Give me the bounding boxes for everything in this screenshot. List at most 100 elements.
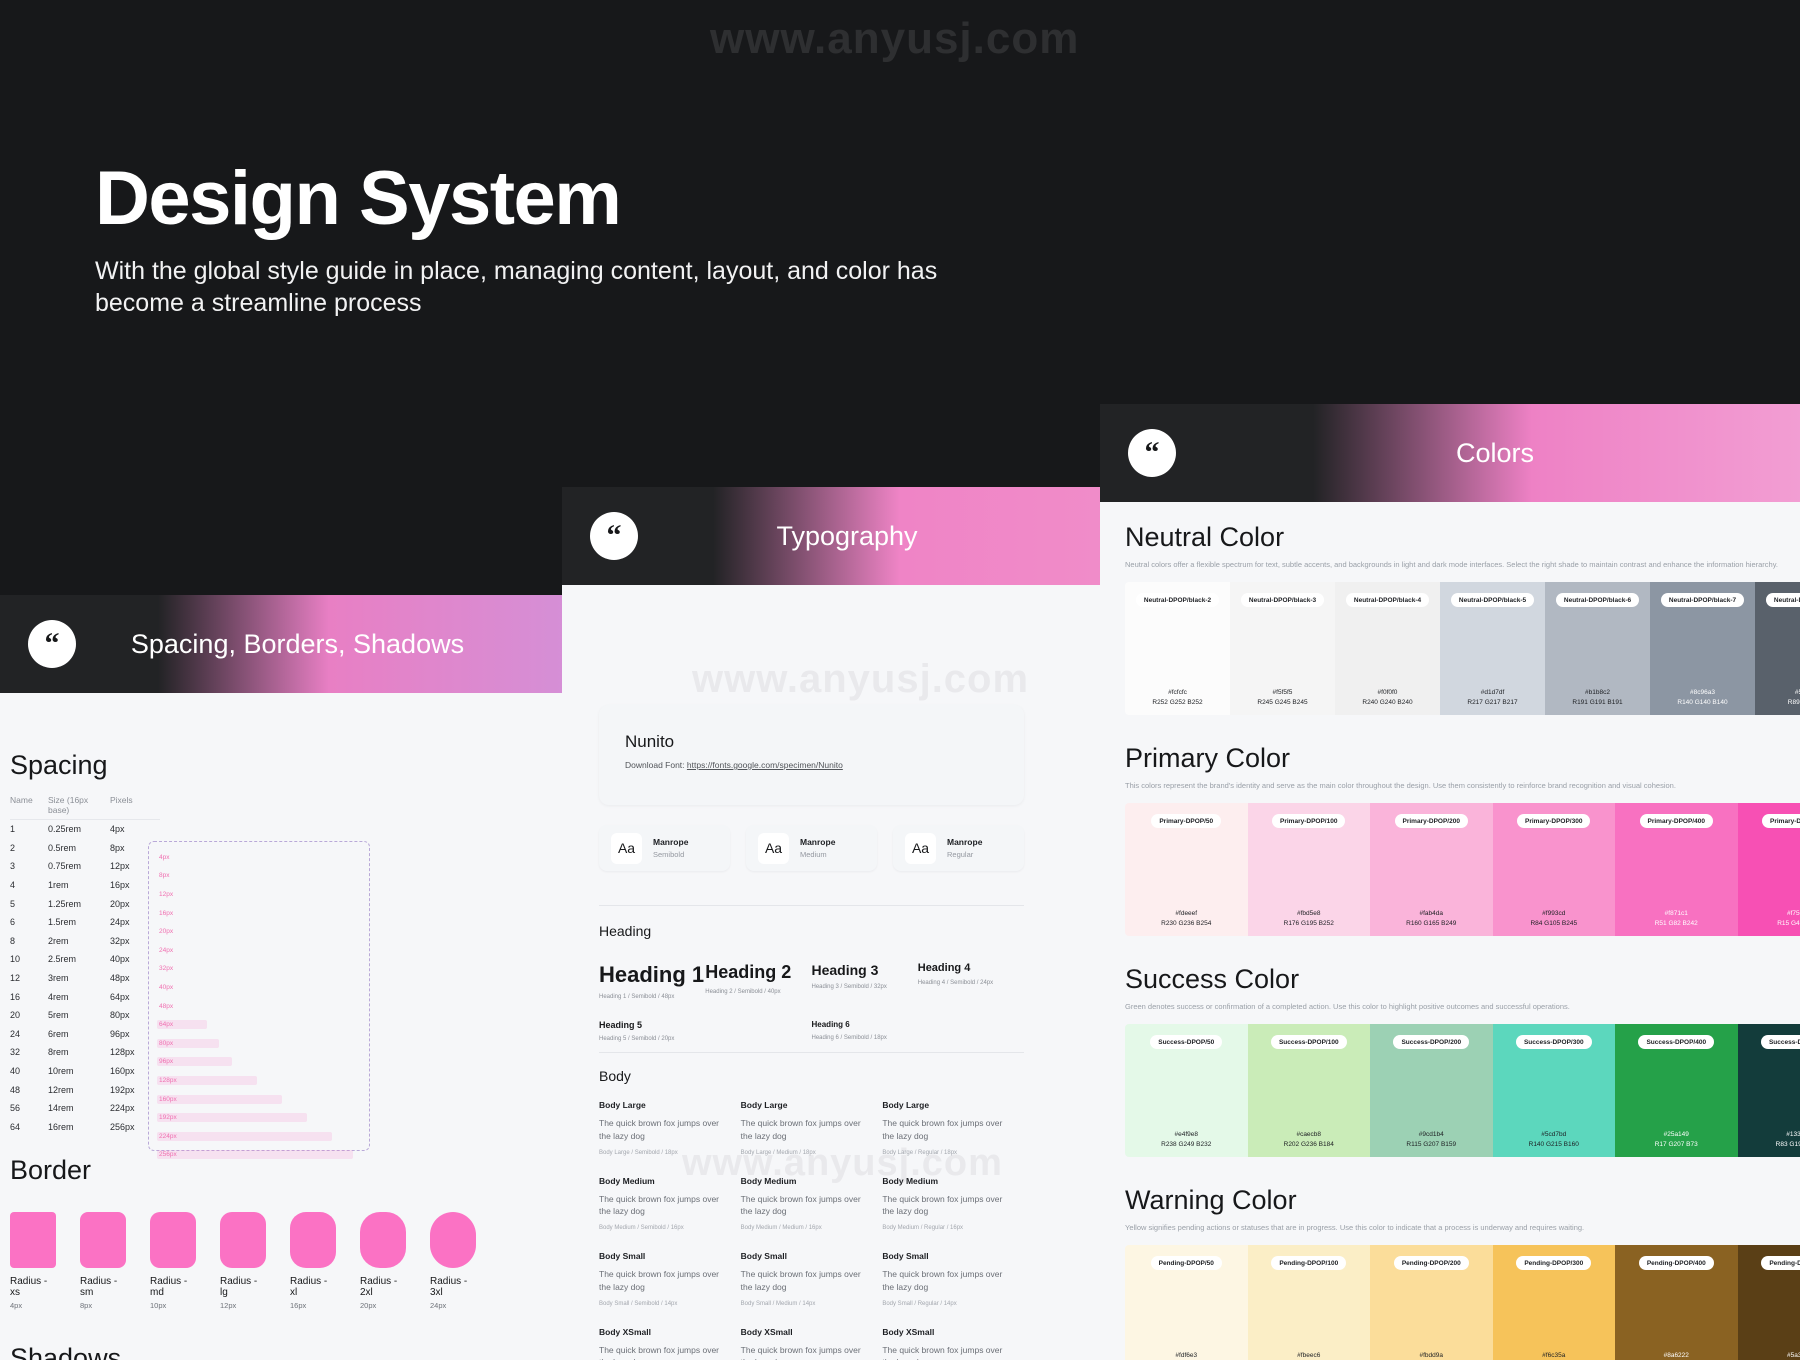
body-sample: Body XSmall The quick brown fox jumps ove… — [882, 1327, 1024, 1360]
color-hex: #f993cd — [1542, 910, 1566, 918]
font-weight-card[interactable]: Aa Manrope Medium — [746, 825, 877, 871]
color-hex: #f5f5f5 — [1272, 689, 1293, 697]
radius-color-box — [360, 1212, 406, 1268]
body-title: Body Medium — [740, 1175, 797, 1186]
color-group-description: Neutral colors offer a flexible spectrum… — [1125, 560, 1778, 569]
color-swatch[interactable]: Success-DPOP/300 #5cd7bd R140 G215 B160 — [1492, 1024, 1615, 1157]
radius-swatch[interactable]: Radius - sm 8px — [80, 1212, 126, 1310]
spacing-row: 10 2.5rem 40px — [10, 950, 160, 969]
color-swatch[interactable]: Primary-DPOP/300 #f993cd R84 G105 B245 — [1492, 803, 1615, 936]
spacing-pixels: 4px — [110, 824, 125, 835]
radius-swatch[interactable]: Radius - lg 12px — [220, 1212, 266, 1310]
color-group-title: Success Color — [1125, 964, 1300, 994]
color-swatch[interactable]: Neutral-DPOP/black-8 #59616bR89 G89 B89 — [1755, 582, 1800, 715]
color-rgb: R140 G140 B140 — [1677, 698, 1728, 706]
color-group-description: Yellow signifies pending actions or stat… — [1125, 1223, 1585, 1232]
color-group-description: Green denotes success or confirmation of… — [1125, 1002, 1570, 1011]
color-swatch-row: Neutral-DPOP/black-2 #fcfcfc R252 G252 B25… — [1125, 582, 1800, 715]
radius-color-box — [220, 1212, 266, 1268]
panel-header-typography: “ Typography — [562, 487, 1102, 585]
color-swatch[interactable]: Success-DPOP/400 #25a149 R17 G207 B73 — [1615, 1024, 1738, 1157]
color-swatch[interactable]: Primary-DPOP/100 #fbd5e8 R176 G195 B252 — [1247, 803, 1370, 936]
body-text: The quick brown fox jumps over the lazy … — [740, 1269, 861, 1292]
heading-label: Heading 6 — [811, 1020, 850, 1029]
body-sample: Body Medium The quick brown fox jumps ove… — [599, 1176, 741, 1232]
color-token-chip: Success-DPOP/500 — [1760, 1035, 1800, 1049]
heading-spec: Heading 4 / Semibold / 24px — [917, 980, 994, 986]
radius-swatch[interactable]: Radius - xl 16px — [290, 1212, 336, 1310]
radius-swatch[interactable]: Radius - 3xl 24px — [430, 1212, 476, 1310]
heading-group-label: Heading — [599, 923, 652, 939]
color-hex: #fcfcfc — [1168, 689, 1187, 697]
radius-label: Radius - 3xl — [430, 1276, 468, 1298]
color-swatch[interactable]: Neutral-DPOP/black-7 #8c96a3 R140 G140 B14… — [1650, 582, 1755, 715]
radius-swatch[interactable]: Radius - md 10px — [150, 1212, 196, 1310]
color-token-chip: Neutral-DPOP/black-8 — [1765, 593, 1800, 607]
page-title: Design System — [95, 156, 622, 241]
heading-label: Heading 1 — [599, 962, 705, 987]
font-download-link[interactable]: Download Font: https://fonts.google.com/… — [625, 760, 998, 770]
body-sample: Body Small The quick brown fox jumps over… — [599, 1251, 741, 1307]
panel-typography: “ Typography www.anyusj.com Nunito Downl… — [562, 487, 1102, 1360]
body-title: Body Large — [882, 1100, 930, 1110]
color-rgb: R17 G207 B73 — [1654, 1140, 1698, 1148]
body-title: Body Large — [599, 1100, 646, 1110]
color-swatch[interactable]: Pending-DPOP/100#fbeec6R251 G238 B198 — [1247, 1245, 1370, 1360]
radius-swatch[interactable]: Radius - xs 4px — [10, 1212, 56, 1310]
color-swatch[interactable]: Primary-DPOP/50 #fdeeef R230 G236 B254 — [1125, 803, 1248, 936]
radius-swatch[interactable]: Radius - 2xl 20px — [360, 1212, 406, 1310]
color-swatch[interactable]: Neutral-DPOP/black-5 #d1d7df R217 G217 B21… — [1440, 582, 1545, 715]
color-swatch[interactable]: Pending-DPOP/200#fbdd9aR251 G221 B154 — [1370, 1245, 1493, 1360]
spacing-bar-row: 8px — [159, 872, 170, 880]
color-token-chip: Primary-DPOP/100 — [1272, 814, 1346, 828]
color-swatch[interactable]: Neutral-DPOP/black-3 #f5f5f5 R245 G245 B24… — [1230, 582, 1335, 715]
body-title: Body Medium — [599, 1175, 655, 1186]
color-hex: #fdeeef — [1175, 910, 1198, 918]
body-spec: Body Small / Regular / 14px — [882, 1300, 957, 1307]
color-group: Primary Color This colors represent the b… — [1125, 743, 1800, 936]
font-weight-card[interactable]: Aa Manrope Semibold — [599, 825, 730, 871]
col-pixels: Pixels — [110, 795, 133, 805]
aa-sample: Aa — [758, 832, 789, 864]
color-swatch[interactable]: Success-DPOP/500 #133c3bR83 G195 B117 — [1737, 1024, 1800, 1157]
color-rgb: R230 G236 B254 — [1161, 919, 1212, 927]
heading-samples-row-1: Heading 1 Heading 1 / Semibold / 48px Head… — [599, 962, 1024, 1000]
font-weight-card[interactable]: Aa Manrope Regular — [893, 825, 1024, 871]
color-swatch[interactable]: Pending-DPOP/50#fdf6e3R253 G246 B227 — [1125, 1245, 1248, 1360]
color-swatch[interactable]: Neutral-DPOP/black-6 #b1b8c2 R191 G191 B19… — [1545, 582, 1650, 715]
spacing-size: 1rem — [48, 880, 69, 891]
heading-sample: Heading 6 Heading 6 / Semibold / 18px — [812, 1020, 1025, 1042]
spacing-name: 12 — [10, 973, 21, 984]
color-swatch[interactable]: Primary-DPOP/400 #f871c1 R51 G82 B242 — [1615, 803, 1738, 936]
color-group-title: Primary Color — [1125, 743, 1291, 773]
body-text: The quick brown fox jumps over the lazy … — [740, 1193, 861, 1217]
spacing-name: 20 — [10, 1010, 21, 1021]
radius-value: 4px — [10, 1301, 23, 1310]
spacing-name: 48 — [10, 1084, 21, 1095]
body-title: Body Medium — [882, 1175, 939, 1186]
spacing-name: 64 — [10, 1121, 21, 1132]
color-swatch[interactable]: Neutral-DPOP/black-2 #fcfcfc R252 G252 B25… — [1125, 582, 1230, 715]
color-swatch[interactable]: Success-DPOP/50 #e4f9e8 R238 G249 B232 — [1125, 1024, 1248, 1157]
radius-color-box — [430, 1212, 476, 1268]
spacing-size: 10rem — [48, 1066, 74, 1077]
color-swatch[interactable]: Pending-DPOP/400#8a6222R138 G98 B34 — [1615, 1245, 1738, 1360]
color-swatch[interactable]: Pending-DPOP/300#f6c35aR246 G195 B90 — [1492, 1245, 1615, 1360]
body-sample: Body XSmall The quick brown fox jumps ove… — [741, 1327, 883, 1360]
color-swatch-row: Pending-DPOP/50#fdf6e3R253 G246 B227Pend… — [1125, 1245, 1800, 1360]
color-swatch[interactable]: Success-DPOP/100 #caecb8 R202 G236 B184 — [1247, 1024, 1370, 1157]
color-swatch[interactable]: Primary-DPOP/200 #fab4da R160 G165 B249 — [1370, 803, 1493, 936]
spacing-name: 10 — [10, 954, 21, 965]
body-sample: Body Large The quick brown fox jumps over… — [599, 1100, 741, 1156]
color-hex: #e4f9e8 — [1174, 1131, 1199, 1139]
panel-title-spacing: Spacing, Borders, Shadows — [130, 628, 465, 659]
color-swatch[interactable]: Primary-DPOP/500 #f750b4R15 G46 B240 — [1737, 803, 1800, 936]
font-download-url[interactable]: https://fonts.google.com/specimen/Nunito — [687, 760, 843, 770]
color-token-chip: Neutral-DPOP/black-2 — [1135, 593, 1220, 607]
color-swatch[interactable]: Success-DPOP/200 #9cd1b4 R115 G207 B159 — [1370, 1024, 1493, 1157]
font-weight-list: Aa Manrope Semibold Aa Manrope Medium Aa Manrop… — [599, 825, 1024, 871]
spacing-size: 0.75rem — [48, 861, 82, 872]
color-swatch[interactable]: Pending-DPOP/500#5a3f16R90 G63 B22 — [1737, 1245, 1800, 1360]
spacing-row: 6 1.5rem 24px — [10, 913, 160, 932]
color-swatch[interactable]: Neutral-DPOP/black-4 #f0f0f0 R240 G240 B24… — [1335, 582, 1440, 715]
